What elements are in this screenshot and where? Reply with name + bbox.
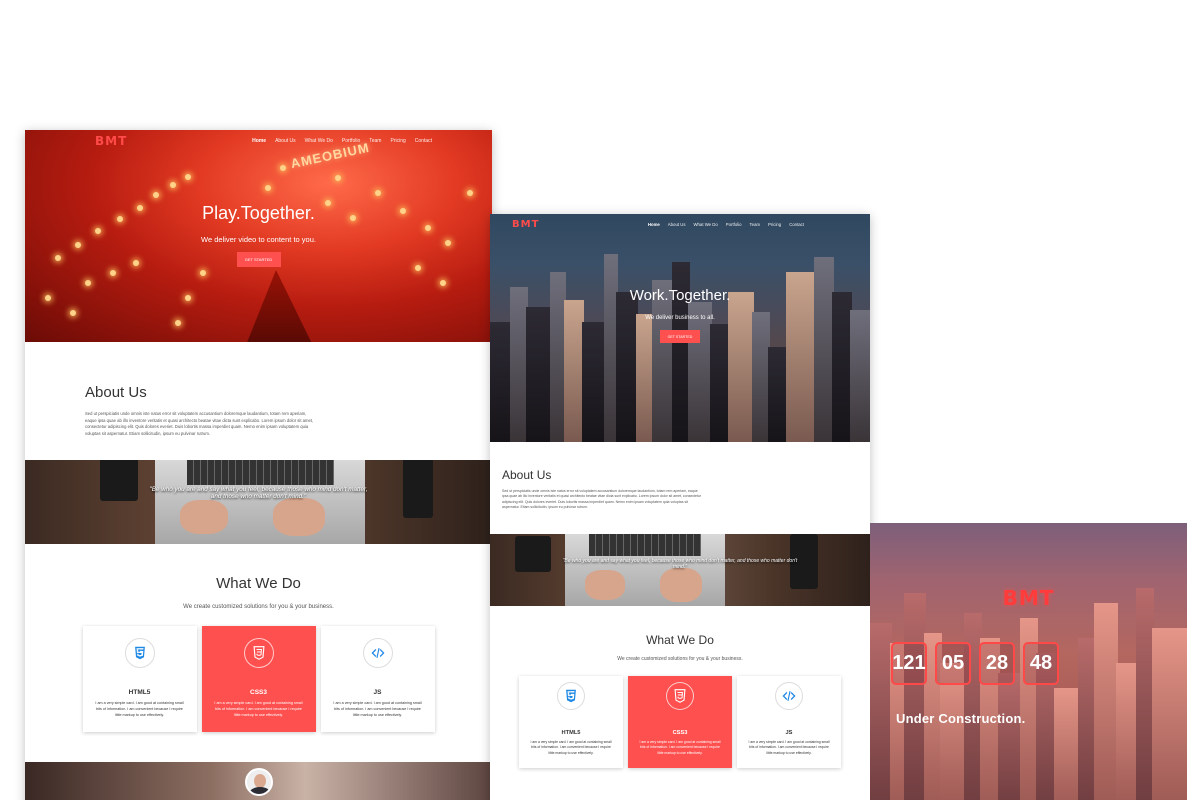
code-icon xyxy=(362,638,393,668)
get-started-button[interactable]: GET STARTED xyxy=(660,330,700,343)
construction-hero: BMT 121 05 28 48 Under Construction. xyxy=(870,523,1187,800)
nav-item-about[interactable]: About Us xyxy=(275,138,296,144)
under-construction-text: Under Construction. xyxy=(896,711,1026,726)
countdown-days: 121 xyxy=(891,642,927,685)
hero-subtitle: We deliver video to content to you. xyxy=(201,235,316,244)
card-text: I am a very simple card. I am good at co… xyxy=(214,701,303,717)
countdown-minutes: 28 xyxy=(979,642,1015,685)
nav-item-team[interactable]: Team xyxy=(369,138,381,144)
mockup-large: BMT Home About Us What We Do Portfolio T… xyxy=(25,130,492,800)
laptop-image xyxy=(565,534,725,606)
nav-links: Home About Us What We Do Portfolio Team … xyxy=(243,138,432,144)
html5-icon xyxy=(557,682,585,710)
card-title: HTML5 xyxy=(128,689,151,696)
service-card-css3[interactable]: CSS3 I am a very simple card. I am good … xyxy=(201,626,316,732)
about-text: Sed ut perspiciatis unde omnis iste natu… xyxy=(85,411,314,436)
hero-section: BMT Home About Us What We Do Portfolio T… xyxy=(25,130,492,342)
about-title: About Us xyxy=(85,384,147,401)
about-section: About Us Sed ut perspiciatis unde omnis … xyxy=(25,342,492,460)
code-icon xyxy=(775,682,803,710)
nav-item-team[interactable]: Team xyxy=(750,222,761,227)
quote-text: "Be who you are and say what you feel, b… xyxy=(149,486,368,500)
card-title: JS xyxy=(373,689,382,696)
hero-section: BMT Home About Us What We Do Portfolio T… xyxy=(490,214,870,442)
navbar: BMT Home About Us What We Do Portfolio T… xyxy=(25,130,492,152)
mockup-medium: BMT Home About Us What We Do Portfolio T… xyxy=(490,214,870,800)
nav-item-home[interactable]: Home xyxy=(648,222,660,227)
nav-item-contact[interactable]: Contact xyxy=(415,138,432,144)
avatar xyxy=(245,768,273,796)
services-section: What We Do We create customized solution… xyxy=(25,544,492,762)
nav-item-contact[interactable]: Contact xyxy=(789,222,804,227)
brand-logo[interactable]: BMT xyxy=(95,134,127,148)
nav-item-home[interactable]: Home xyxy=(252,138,266,144)
get-started-button[interactable]: GET STARTED xyxy=(236,252,281,267)
party-cone xyxy=(240,270,320,342)
services-title: What We Do xyxy=(216,575,301,592)
hero-title: Play.Together. xyxy=(202,203,315,223)
navbar: BMT Home About Us What We Do Portfolio T… xyxy=(490,214,870,234)
quote-section: "Be who you are and say what you feel, b… xyxy=(490,534,870,606)
countdown-seconds: 48 xyxy=(1023,642,1059,685)
service-card-js[interactable]: JS I am a very simple card. I am good at… xyxy=(737,676,841,768)
card-text: I am a very simple card. I am good at co… xyxy=(639,740,721,755)
card-title: CSS3 xyxy=(250,689,267,696)
card-text: I am a very simple card. I am good at co… xyxy=(333,701,422,717)
services-title: What We Do xyxy=(646,633,714,647)
brand-logo: BMT xyxy=(1002,586,1055,610)
nav-item-portfolio[interactable]: Portfolio xyxy=(342,138,360,144)
countdown-hours: 05 xyxy=(935,642,971,685)
quote-section: "Be who you are and say what you feel, b… xyxy=(25,460,492,544)
service-card-html5[interactable]: HTML5 I am a very simple card. I am good… xyxy=(82,626,197,732)
hero-title: Work.Together. xyxy=(629,287,731,304)
card-text: I am a very simple card. I am good at co… xyxy=(95,701,184,717)
services-subtitle: We create customized solutions for you &… xyxy=(183,604,334,610)
hero-subtitle: We deliver business to all. xyxy=(645,315,715,321)
brand-logo[interactable]: BMT xyxy=(512,219,539,230)
css3-icon xyxy=(243,638,274,668)
countdown-timer: 121 05 28 48 xyxy=(891,642,1059,685)
laptop-image xyxy=(155,460,365,544)
nav-item-what-we-do[interactable]: What We Do xyxy=(305,138,333,144)
css3-icon xyxy=(666,682,694,710)
services-section: What We Do We create customized solution… xyxy=(490,606,870,786)
nav-item-what-we-do[interactable]: What We Do xyxy=(693,222,717,227)
card-text: I am a very simple card. I am good at co… xyxy=(530,740,612,755)
about-title: About Us xyxy=(502,468,552,482)
services-subtitle: We create customized solutions for you &… xyxy=(617,656,743,662)
card-text: I am a very simple card. I am good at co… xyxy=(748,740,830,755)
quote-text: "Be who you are and say what you feel, b… xyxy=(562,558,798,570)
team-section xyxy=(25,762,492,800)
service-card-html5[interactable]: HTML5 I am a very simple card. I am good… xyxy=(519,676,623,768)
nav-item-about[interactable]: About Us xyxy=(668,222,686,227)
nav-item-pricing[interactable]: Pricing xyxy=(768,222,781,227)
mockup-small: BMT 121 05 28 48 Under Construction. xyxy=(870,523,1187,800)
service-card-js[interactable]: JS I am a very simple card. I am good at… xyxy=(320,626,435,732)
nav-item-portfolio[interactable]: Portfolio xyxy=(726,222,742,227)
html5-icon xyxy=(124,638,155,668)
nav-item-pricing[interactable]: Pricing xyxy=(390,138,405,144)
about-text: Sed ut perspiciatis unde omnis iste natu… xyxy=(502,489,702,510)
nav-links: Home About Us What We Do Portfolio Team … xyxy=(640,222,804,227)
service-card-css3[interactable]: CSS3 I am a very simple card. I am good … xyxy=(628,676,732,768)
about-section: About Us Sed ut perspiciatis unde omnis … xyxy=(490,442,870,534)
